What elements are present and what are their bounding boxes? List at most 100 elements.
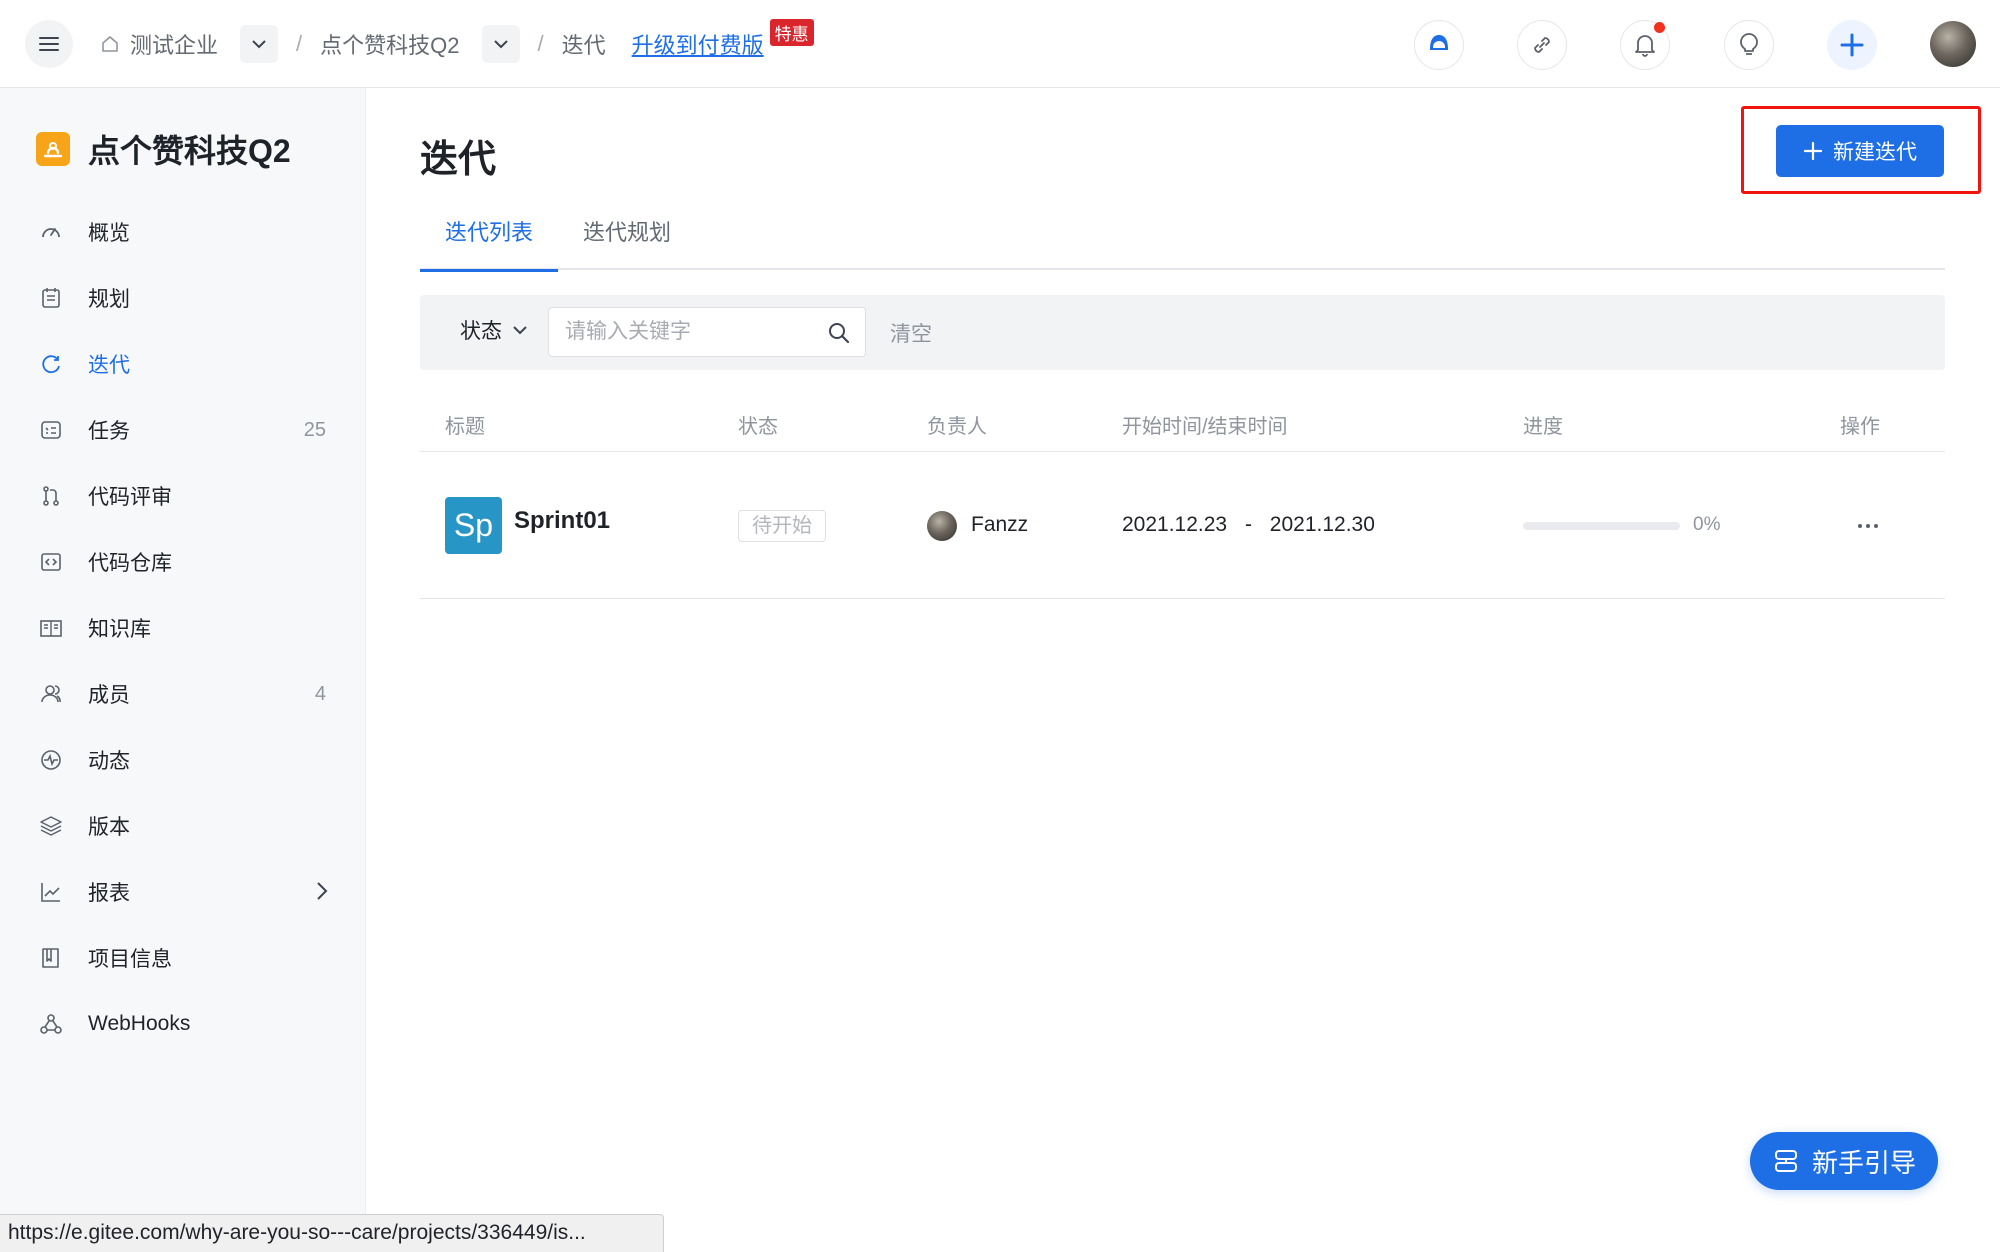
breadcrumb-current: 迭代 <box>561 33 606 58</box>
lightbulb-icon <box>1740 33 1758 55</box>
project-dropdown[interactable] <box>481 25 520 63</box>
sidebar-item-iterations[interactable]: 迭代 <box>0 331 366 397</box>
enterprise-dropdown[interactable] <box>240 25 279 63</box>
browser-status-url: https://e.gitee.com/why-are-you-so---car… <box>0 1214 664 1252</box>
start-date: 2021.12.23 <box>1122 513 1228 536</box>
notification-dot <box>1654 22 1665 33</box>
task-icon <box>38 417 64 443</box>
tab-iteration-list[interactable]: 迭代列表 <box>420 212 559 272</box>
tips-button[interactable] <box>1724 20 1774 70</box>
sidebar-item-label: 版本 <box>88 816 130 839</box>
hamburger-icon <box>39 37 59 51</box>
sidebar-item-label: 动态 <box>88 750 130 773</box>
progress-text: 0% <box>1693 514 1721 535</box>
sidebar-item-label: 代码评审 <box>88 486 172 509</box>
breadcrumb-enterprise[interactable]: 测试企业 <box>100 25 279 63</box>
status-filter-dropdown[interactable]: 状态 <box>460 315 528 345</box>
plus-icon <box>1803 141 1823 161</box>
support-icon <box>1430 35 1448 53</box>
date-separator: - <box>1244 513 1252 536</box>
sidebar-item-label: 成员 <box>88 684 130 707</box>
header-title: 标题 <box>445 416 485 438</box>
menu-button[interactable] <box>25 20 73 68</box>
breadcrumb-enterprise-label: 测试企业 <box>130 33 219 58</box>
tab-bar: 迭代列表 迭代规划 <box>420 212 1945 272</box>
chevron-right-icon <box>317 882 328 900</box>
sidebar-item-label: WebHooks <box>88 1012 191 1035</box>
project-logo-icon <box>36 132 70 166</box>
info-book-icon <box>38 945 64 971</box>
status-filter-label: 状态 <box>460 320 502 343</box>
sidebar-item-tasks[interactable]: 任务 25 <box>0 397 366 463</box>
project-header[interactable]: 点个赞科技Q2 <box>36 126 291 172</box>
sidebar-item-project-info[interactable]: 项目信息 <box>0 925 366 991</box>
sidebar-item-code-review[interactable]: 代码评审 <box>0 463 366 529</box>
member-count: 4 <box>314 682 326 705</box>
upgrade-link[interactable]: 升级到付费版 <box>632 28 764 60</box>
header-status: 状态 <box>738 416 778 438</box>
members-icon <box>38 681 64 707</box>
sidebar: 点个赞科技Q2 概览 规划 迭代 任务 25 代码评审 代码仓库 知识库 成员 … <box>0 88 366 1252</box>
plus-icon <box>1840 33 1864 57</box>
new-iteration-label: 新建迭代 <box>1833 141 1917 164</box>
bell-icon <box>1635 35 1655 57</box>
sidebar-item-webhooks[interactable]: WebHooks <box>0 991 366 1057</box>
sidebar-item-activity[interactable]: 动态 <box>0 727 366 793</box>
guide-button[interactable]: 新手引导 <box>1750 1132 1938 1190</box>
breadcrumb-separator: / <box>296 31 303 56</box>
sidebar-item-overview[interactable]: 概览 <box>0 199 366 265</box>
table-row[interactable]: Sp Sprint01 待开始 Fanzz 2021.12.23 - 2021.… <box>420 453 1945 599</box>
progress-bar <box>1523 522 1680 530</box>
sidebar-item-label: 项目信息 <box>88 948 172 971</box>
date-range: 2021.12.23 - 2021.12.30 <box>1122 513 1375 537</box>
notifications-button[interactable] <box>1620 20 1670 70</box>
sidebar-item-members[interactable]: 成员 4 <box>0 661 366 727</box>
link-icon <box>1534 37 1550 53</box>
new-iteration-button[interactable]: 新建迭代 <box>1776 125 1944 177</box>
header-actions: 操作 <box>1840 416 1880 438</box>
sidebar-item-knowledge-base[interactable]: 知识库 <box>0 595 366 661</box>
sidebar-item-reports[interactable]: 报表 <box>0 859 366 925</box>
sprint-icon: Sp <box>445 497 502 554</box>
status-badge[interactable]: 待开始 <box>738 510 826 542</box>
support-button[interactable] <box>1414 20 1464 70</box>
sidebar-item-label: 知识库 <box>88 618 151 641</box>
page-title: 迭代 <box>420 139 497 181</box>
sidebar-item-planning[interactable]: 规划 <box>0 265 366 331</box>
search-icon[interactable] <box>827 321 851 345</box>
header-dates: 开始时间/结束时间 <box>1122 416 1288 438</box>
tab-iteration-planning[interactable]: 迭代规划 <box>558 212 696 270</box>
sidebar-item-repository[interactable]: 代码仓库 <box>0 529 366 595</box>
chevron-down-icon <box>252 40 266 49</box>
search-input[interactable] <box>565 318 815 346</box>
sidebar-item-label: 迭代 <box>88 354 130 377</box>
sidebar-item-label: 任务 <box>88 420 130 443</box>
sidebar-item-label: 代码仓库 <box>88 552 172 575</box>
search-box <box>548 307 866 357</box>
header-progress: 进度 <box>1523 416 1563 438</box>
link-button[interactable] <box>1517 20 1567 70</box>
sidebar-item-label: 规划 <box>88 288 130 311</box>
clear-filter-link[interactable]: 清空 <box>890 318 932 348</box>
sprint-title[interactable]: Sprint01 <box>514 507 610 535</box>
top-bar: 测试企业 / 点个赞科技Q2 / 迭代 升级到付费版 特惠 <box>0 0 2000 88</box>
chevron-down-icon <box>493 40 508 49</box>
breadcrumb-project[interactable]: 点个赞科技Q2 <box>320 25 520 63</box>
guide-icon <box>1774 1150 1797 1172</box>
user-avatar[interactable] <box>1930 21 1976 67</box>
avatar <box>927 511 957 541</box>
create-button[interactable] <box>1827 20 1877 70</box>
guide-label: 新手引导 <box>1811 1147 1916 1178</box>
more-icon[interactable] <box>1855 513 1881 539</box>
filter-bar: 状态 清空 <box>420 295 1945 370</box>
cycle-icon <box>38 351 64 377</box>
sidebar-item-versions[interactable]: 版本 <box>0 793 366 859</box>
end-date: 2021.12.30 <box>1269 513 1375 536</box>
pull-request-icon <box>38 483 64 509</box>
sidebar-item-label: 报表 <box>88 882 130 905</box>
owner-name: Fanzz <box>971 513 1029 536</box>
header-owner: 负责人 <box>927 416 987 438</box>
sidebar-nav: 概览 规划 迭代 任务 25 代码评审 代码仓库 知识库 成员 4 动态 版本 … <box>0 199 366 1057</box>
breadcrumb: 测试企业 / 点个赞科技Q2 / 迭代 升级到付费版 特惠 <box>100 18 814 66</box>
dashboard-icon <box>38 219 64 245</box>
